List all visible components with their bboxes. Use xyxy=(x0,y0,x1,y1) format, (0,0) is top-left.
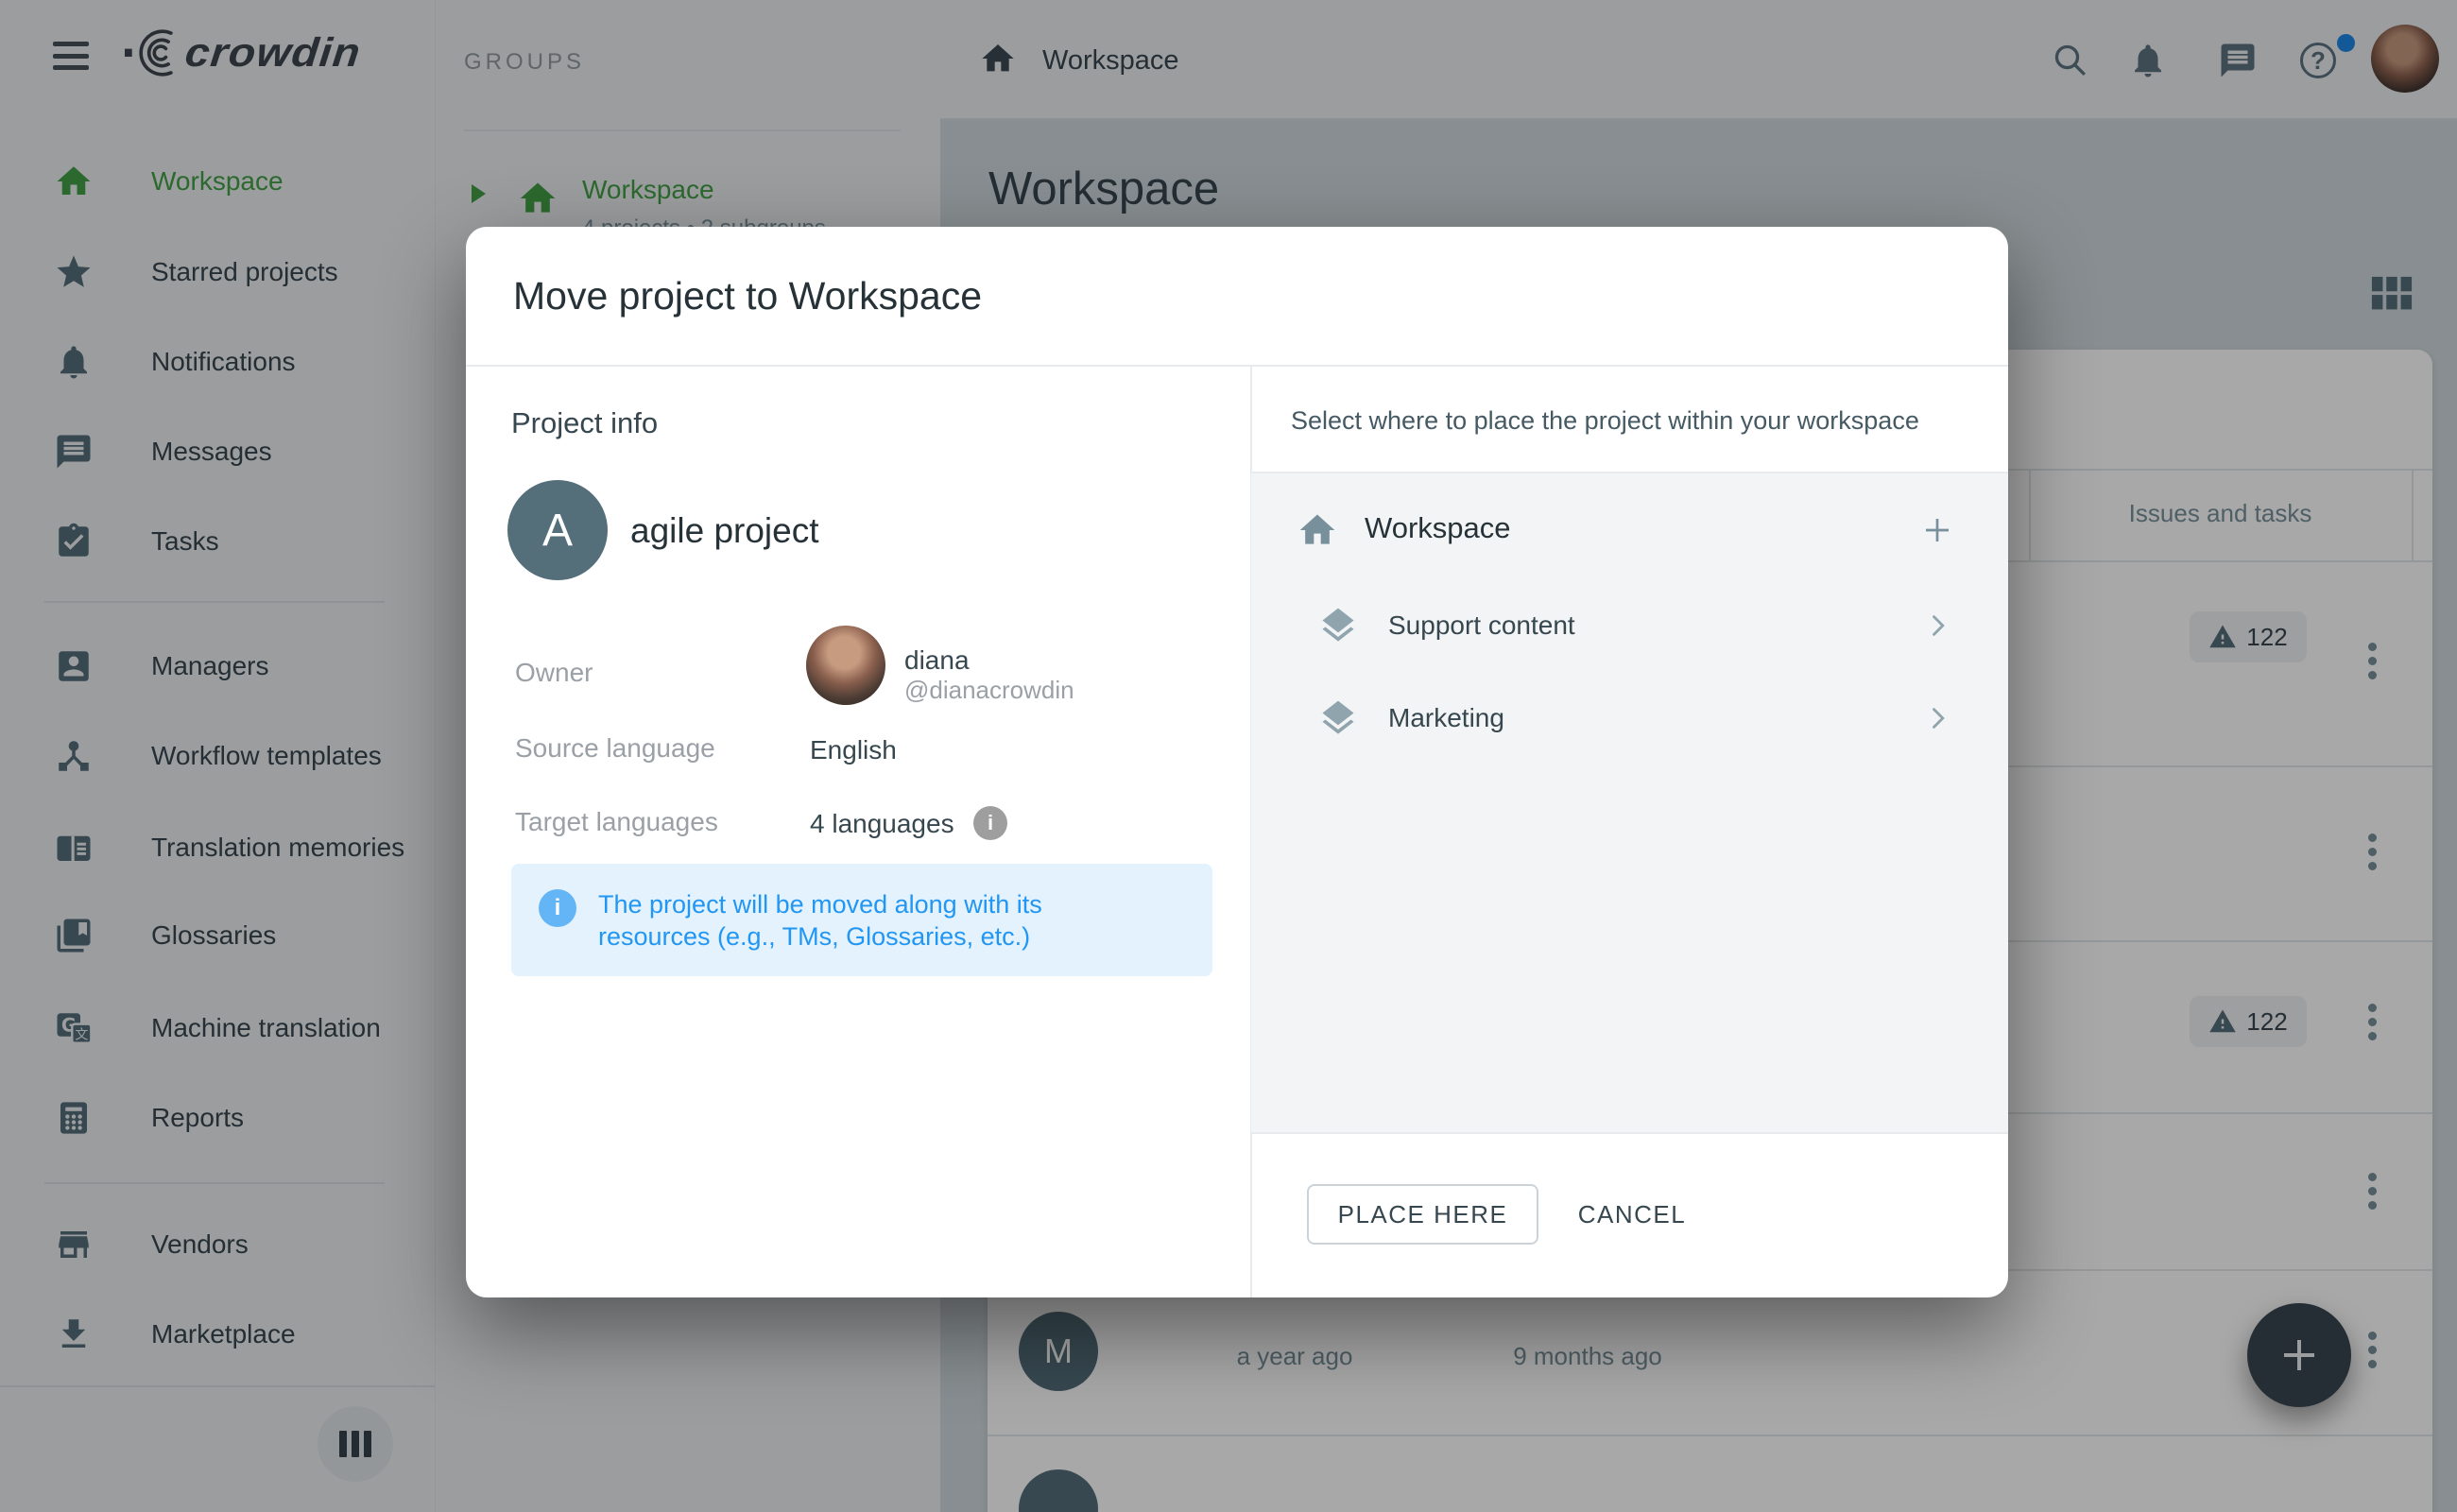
info-glyph: i xyxy=(555,895,561,921)
placement-prompt: Select where to place the project within… xyxy=(1291,406,1919,436)
modal-divider xyxy=(1251,1132,2008,1134)
place-here-button[interactable]: PLACE HERE xyxy=(1307,1184,1538,1245)
project-info-title: Project info xyxy=(511,406,658,440)
info-icon[interactable]: i xyxy=(973,806,1007,840)
chevron-right-icon[interactable] xyxy=(1924,612,1950,639)
owner-avatar xyxy=(806,626,885,705)
owner-name: diana xyxy=(904,645,970,676)
modal-divider xyxy=(466,365,2008,367)
tree-item-label: Marketing xyxy=(1388,703,1504,733)
tree-item-marketing[interactable] xyxy=(1251,678,2008,765)
note-text-line1: The project will be moved along with its xyxy=(598,888,1042,920)
note-text-line2: resources (e.g., TMs, Glossaries, etc.) xyxy=(598,920,1030,953)
cancel-label: CANCEL xyxy=(1578,1200,1686,1229)
cancel-button[interactable]: CANCEL xyxy=(1566,1184,1698,1245)
add-group-plus-icon[interactable] xyxy=(1920,513,1954,547)
tree-item-label: Workspace xyxy=(1365,511,1511,545)
home-icon xyxy=(1297,509,1338,551)
tree-item-support-content[interactable] xyxy=(1251,585,2008,672)
target-languages-label: Target languages xyxy=(515,807,718,837)
placement-tree: Workspace Support content Marketing xyxy=(1251,473,2008,1132)
owner-label: Owner xyxy=(515,658,593,688)
project-name: agile project xyxy=(630,511,819,551)
source-language-value: English xyxy=(810,735,897,765)
info-icon: i xyxy=(539,889,576,927)
place-here-label: PLACE HERE xyxy=(1338,1200,1508,1229)
tree-item-label: Support content xyxy=(1388,610,1575,641)
modal-title: Move project to Workspace xyxy=(513,227,982,365)
chevron-right-icon[interactable] xyxy=(1924,705,1950,731)
crowdin-app: crowdin Workspace Starred projects Notif… xyxy=(0,0,2457,1512)
source-language-label: Source language xyxy=(515,733,715,764)
project-avatar: A xyxy=(507,480,608,580)
move-project-modal: Move project to Workspace Project info A… xyxy=(466,227,2008,1297)
avatar-letter: A xyxy=(542,505,573,557)
layers-icon xyxy=(1317,697,1359,739)
layers-icon xyxy=(1317,605,1359,646)
info-glyph: i xyxy=(988,811,993,835)
target-languages-value: 4 languages xyxy=(810,809,954,839)
owner-handle: @dianacrowdin xyxy=(904,676,1074,705)
